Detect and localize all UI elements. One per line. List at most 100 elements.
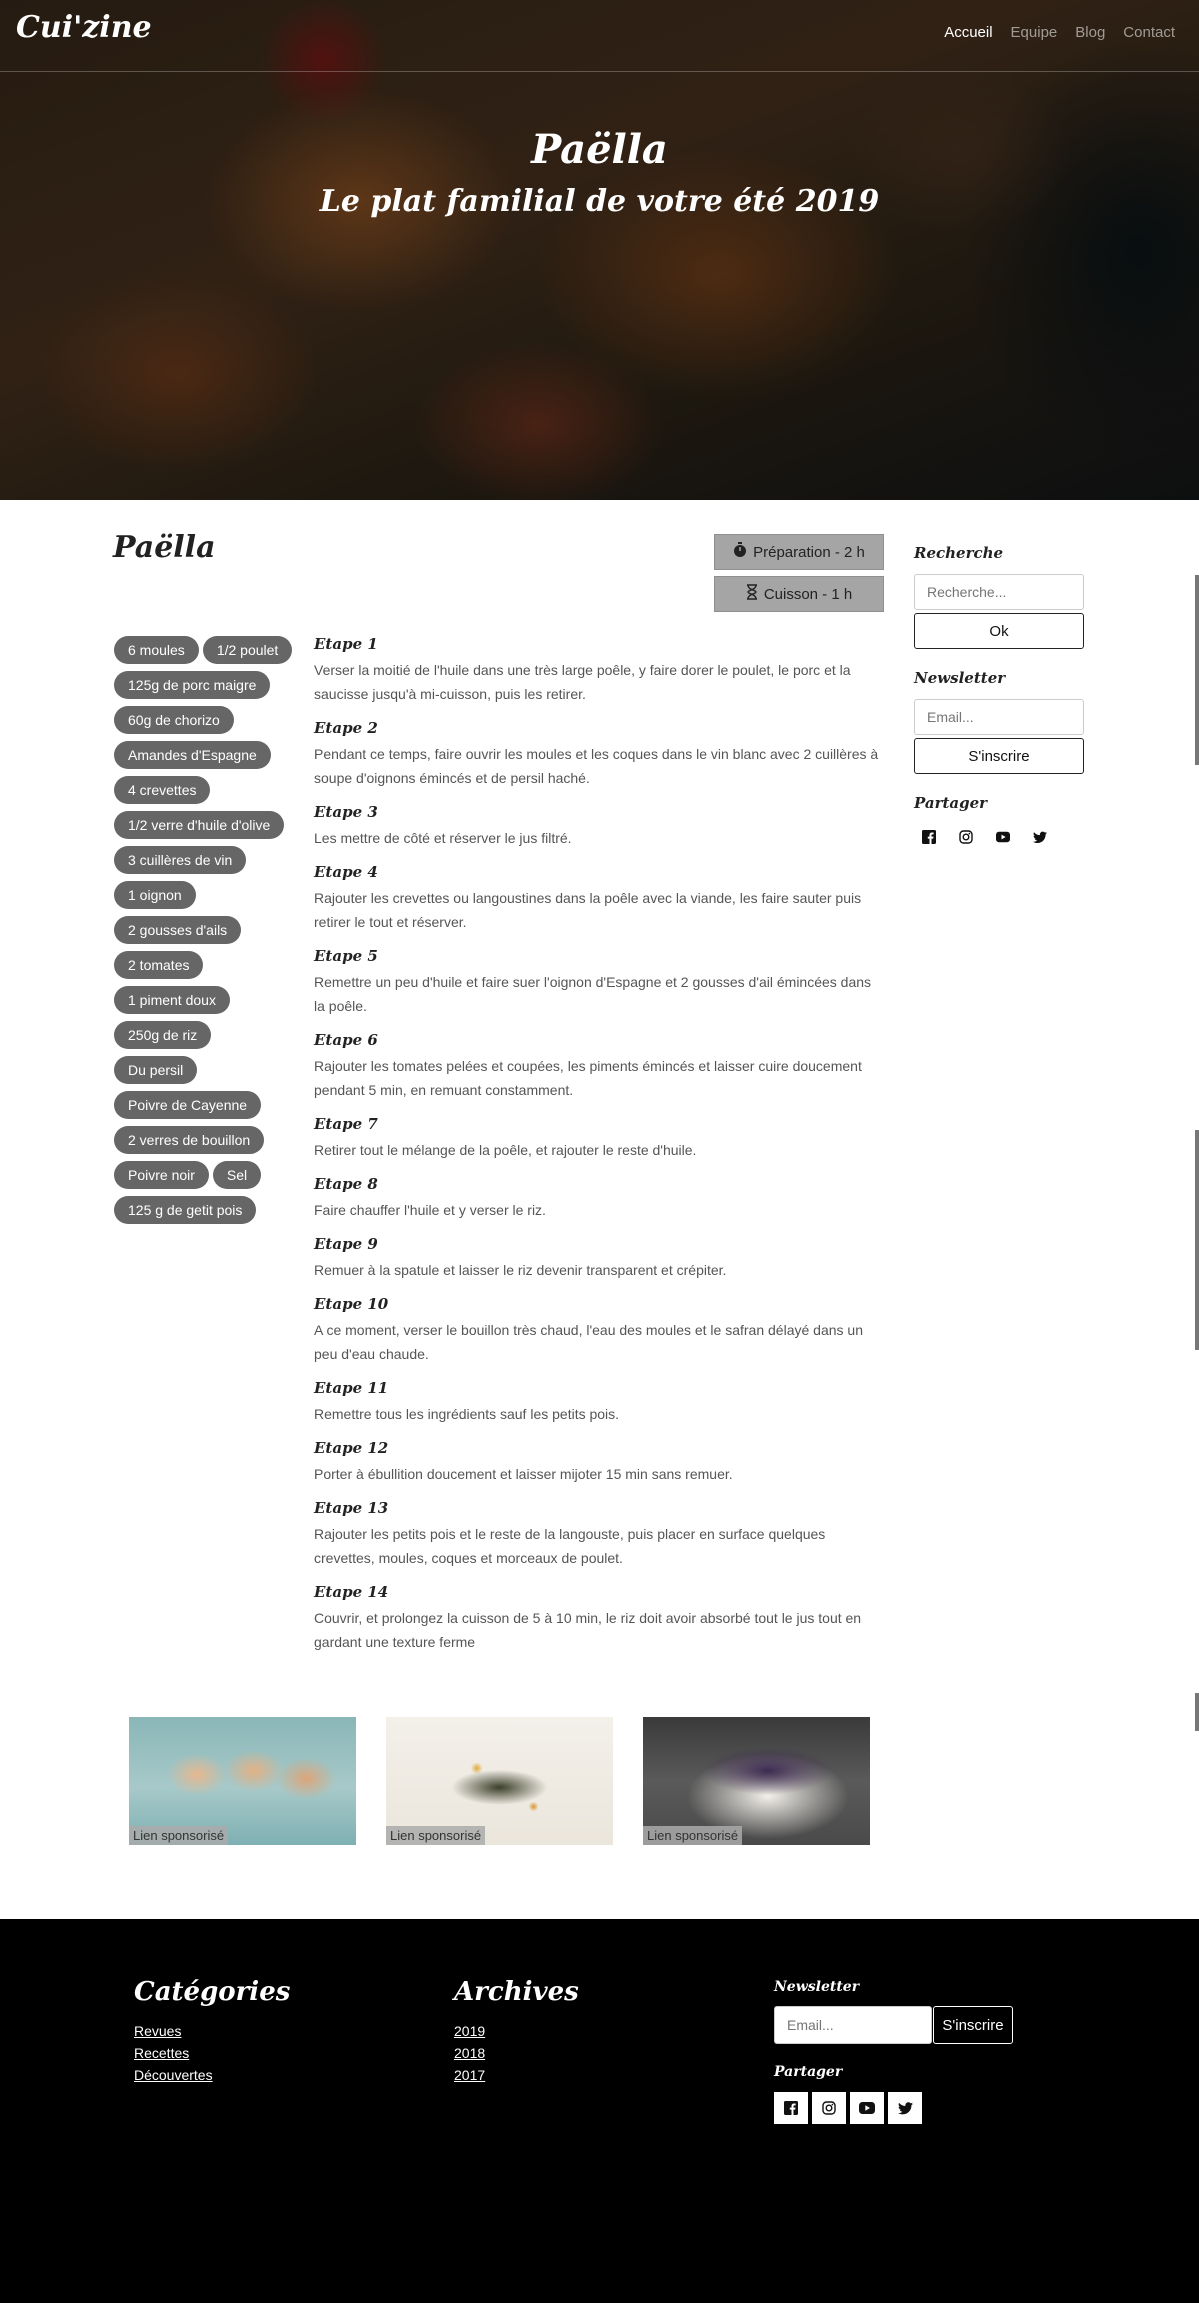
footer-categories-title: Catégories xyxy=(134,1977,291,2007)
twitter-icon[interactable] xyxy=(1033,830,1047,844)
facebook-icon[interactable] xyxy=(922,830,936,844)
ingredient-tag: Poivre noir xyxy=(114,1161,209,1189)
footer-archives-list: 2019 2018 2017 xyxy=(454,2023,485,2083)
preparation-time-button[interactable]: Préparation - 2 h xyxy=(714,534,884,570)
brand-logo[interactable]: Cui'zine xyxy=(16,10,152,45)
ingredient-tag: 125g de porc maigre xyxy=(114,671,271,699)
step-text: Couvrir, et prolongez la cuisson de 5 à … xyxy=(314,1610,862,1650)
step-title: Etape 9 xyxy=(314,1235,378,1253)
ingredient-tag: 125 g de getit pois xyxy=(114,1196,257,1224)
ingredient-tag: 60g de chorizo xyxy=(114,706,234,734)
ingredient-tag: 4 crevettes xyxy=(114,776,211,804)
youtube-icon[interactable] xyxy=(996,830,1010,844)
step-title: Etape 14 xyxy=(314,1583,389,1601)
step-text: Rajouter les petits pois et le reste de … xyxy=(314,1526,826,1566)
scrollbar-thumb[interactable] xyxy=(1195,1130,1199,1350)
ingredient-tag: 2 tomates xyxy=(114,951,204,979)
step-title: Etape 11 xyxy=(314,1379,389,1397)
ingredient-tag: 1 oignon xyxy=(114,881,196,909)
ingredient-tag: 1/2 poulet xyxy=(202,636,293,664)
step-title: Etape 3 xyxy=(314,803,378,821)
sponsored-label: Lien sponsorisé xyxy=(643,1826,743,1845)
ingredient-tag: 1 piment doux xyxy=(114,986,230,1014)
hero-title: Paëlla xyxy=(531,126,668,173)
youtube-icon[interactable] xyxy=(850,2092,884,2124)
navbar: Cui'zine Accueil Equipe Blog Contact xyxy=(0,0,1199,72)
sidebar: Recherche Ok Newsletter S'inscrire Parta… xyxy=(914,544,1084,844)
ingredient-tag: Du persil xyxy=(114,1056,198,1084)
step-text: A ce moment, verser le bouillon très cha… xyxy=(314,1322,863,1362)
search-input[interactable] xyxy=(914,574,1084,610)
sponsored-link-1[interactable]: Lien sponsorisé xyxy=(129,1717,356,1845)
hourglass-icon xyxy=(746,584,758,604)
hero-banner: Cui'zine Accueil Equipe Blog Contact Paë… xyxy=(0,0,1199,500)
ingredient-tag: 250g de riz xyxy=(114,1021,212,1049)
footer-archives-title: Archives xyxy=(454,1977,579,2007)
scrollbar-thumb[interactable] xyxy=(1195,575,1199,765)
social-links xyxy=(914,830,1084,844)
cooking-time-button[interactable]: Cuisson - 1 h xyxy=(714,576,884,612)
ingredient-tag: Sel xyxy=(212,1161,262,1189)
instagram-icon[interactable] xyxy=(812,2092,846,2124)
subscribe-button[interactable]: S'inscrire xyxy=(914,738,1084,774)
ingredient-tag: 6 moules xyxy=(114,636,199,664)
nav-link-accueil[interactable]: Accueil xyxy=(944,24,992,41)
footer-newsletter-label: Newsletter xyxy=(774,1979,860,1995)
ingredient-tag: Poivre de Cayenne xyxy=(114,1091,262,1119)
step-title: Etape 5 xyxy=(314,947,378,965)
recipe-title: Paëlla xyxy=(113,530,216,565)
step-title: Etape 13 xyxy=(314,1499,389,1517)
footer-email-input[interactable] xyxy=(774,2006,932,2044)
step-title: Etape 12 xyxy=(314,1439,389,1457)
step-text: Remettre un peu d'huile et faire suer l'… xyxy=(314,974,872,1014)
ingredient-tag: Amandes d'Espagne xyxy=(114,741,271,769)
nav-link-contact[interactable]: Contact xyxy=(1123,24,1175,41)
footer-categories-list: Revues Recettes Découvertes xyxy=(134,2023,213,2083)
facebook-icon[interactable] xyxy=(774,2092,808,2124)
step-text: Faire chauffer l'huile et y verser le ri… xyxy=(314,1202,546,1218)
ingredient-tag: 2 gousses d'ails xyxy=(114,916,242,944)
sponsored-link-2[interactable]: Lien sponsorisé xyxy=(386,1717,613,1845)
step-title: Etape 10 xyxy=(314,1295,389,1313)
instagram-icon[interactable] xyxy=(959,830,973,844)
preparation-time-label: Préparation - 2 h xyxy=(753,543,865,561)
step-text: Rajouter les crevettes ou langoustines d… xyxy=(314,890,862,930)
step-text: Retirer tout le mélange de la poêle, et … xyxy=(314,1142,697,1158)
recipe-steps: Etape 1 Verser la moitié de l'huile dans … xyxy=(314,634,879,1666)
ingredient-tag: 1/2 verre d'huile d'olive xyxy=(114,811,285,839)
sponsored-label: Lien sponsorisé xyxy=(129,1826,229,1845)
footer-link-2017[interactable]: 2017 xyxy=(454,2067,485,2083)
footer-link-decouvertes[interactable]: Découvertes xyxy=(134,2067,213,2083)
search-button[interactable]: Ok xyxy=(914,613,1084,649)
footer-social-links xyxy=(774,2092,922,2124)
step-text: Pendant ce temps, faire ouvrir les moule… xyxy=(314,746,879,786)
step-text: Remettre tous les ingrédients sauf les p… xyxy=(314,1406,620,1422)
nav-link-blog[interactable]: Blog xyxy=(1075,24,1105,41)
footer-link-2019[interactable]: 2019 xyxy=(454,2023,485,2039)
twitter-icon[interactable] xyxy=(888,2092,922,2124)
ingredient-tag: 3 cuillères de vin xyxy=(114,846,247,874)
newsletter-label: Newsletter xyxy=(914,669,1006,687)
step-title: Etape 4 xyxy=(314,863,378,881)
nav-link-equipe[interactable]: Equipe xyxy=(1011,24,1058,41)
sponsored-link-3[interactable]: Lien sponsorisé xyxy=(643,1717,870,1845)
step-text: Remuer à la spatule et laisser le riz de… xyxy=(314,1262,727,1278)
newsletter-email-input[interactable] xyxy=(914,699,1084,735)
nav-links: Accueil Equipe Blog Contact xyxy=(944,24,1175,41)
sponsored-label: Lien sponsorisé xyxy=(386,1826,486,1845)
step-text: Verser la moitié de l'huile dans une trè… xyxy=(314,662,851,702)
sponsored-links: Lien sponsorisé Lien sponsorisé Lien spo… xyxy=(129,1717,870,1845)
ingredient-list: 6 moules 1/2 poulet 125g de porc maigre 60g… xyxy=(114,636,294,1224)
scrollbar-thumb[interactable] xyxy=(1195,1693,1199,1731)
footer-subscribe-button[interactable]: S'inscrire xyxy=(933,2006,1013,2044)
footer-link-2018[interactable]: 2018 xyxy=(454,2045,485,2061)
ingredient-tag: 2 verres de bouillon xyxy=(114,1126,265,1154)
step-title: Etape 8 xyxy=(314,1175,378,1193)
stopwatch-icon xyxy=(733,542,747,562)
step-title: Etape 6 xyxy=(314,1031,378,1049)
footer-share-label: Partager xyxy=(774,2064,843,2080)
step-title: Etape 1 xyxy=(314,635,378,653)
footer-link-revues[interactable]: Revues xyxy=(134,2023,213,2039)
footer-link-recettes[interactable]: Recettes xyxy=(134,2045,213,2061)
step-text: Les mettre de côté et réserver le jus fi… xyxy=(314,830,572,846)
